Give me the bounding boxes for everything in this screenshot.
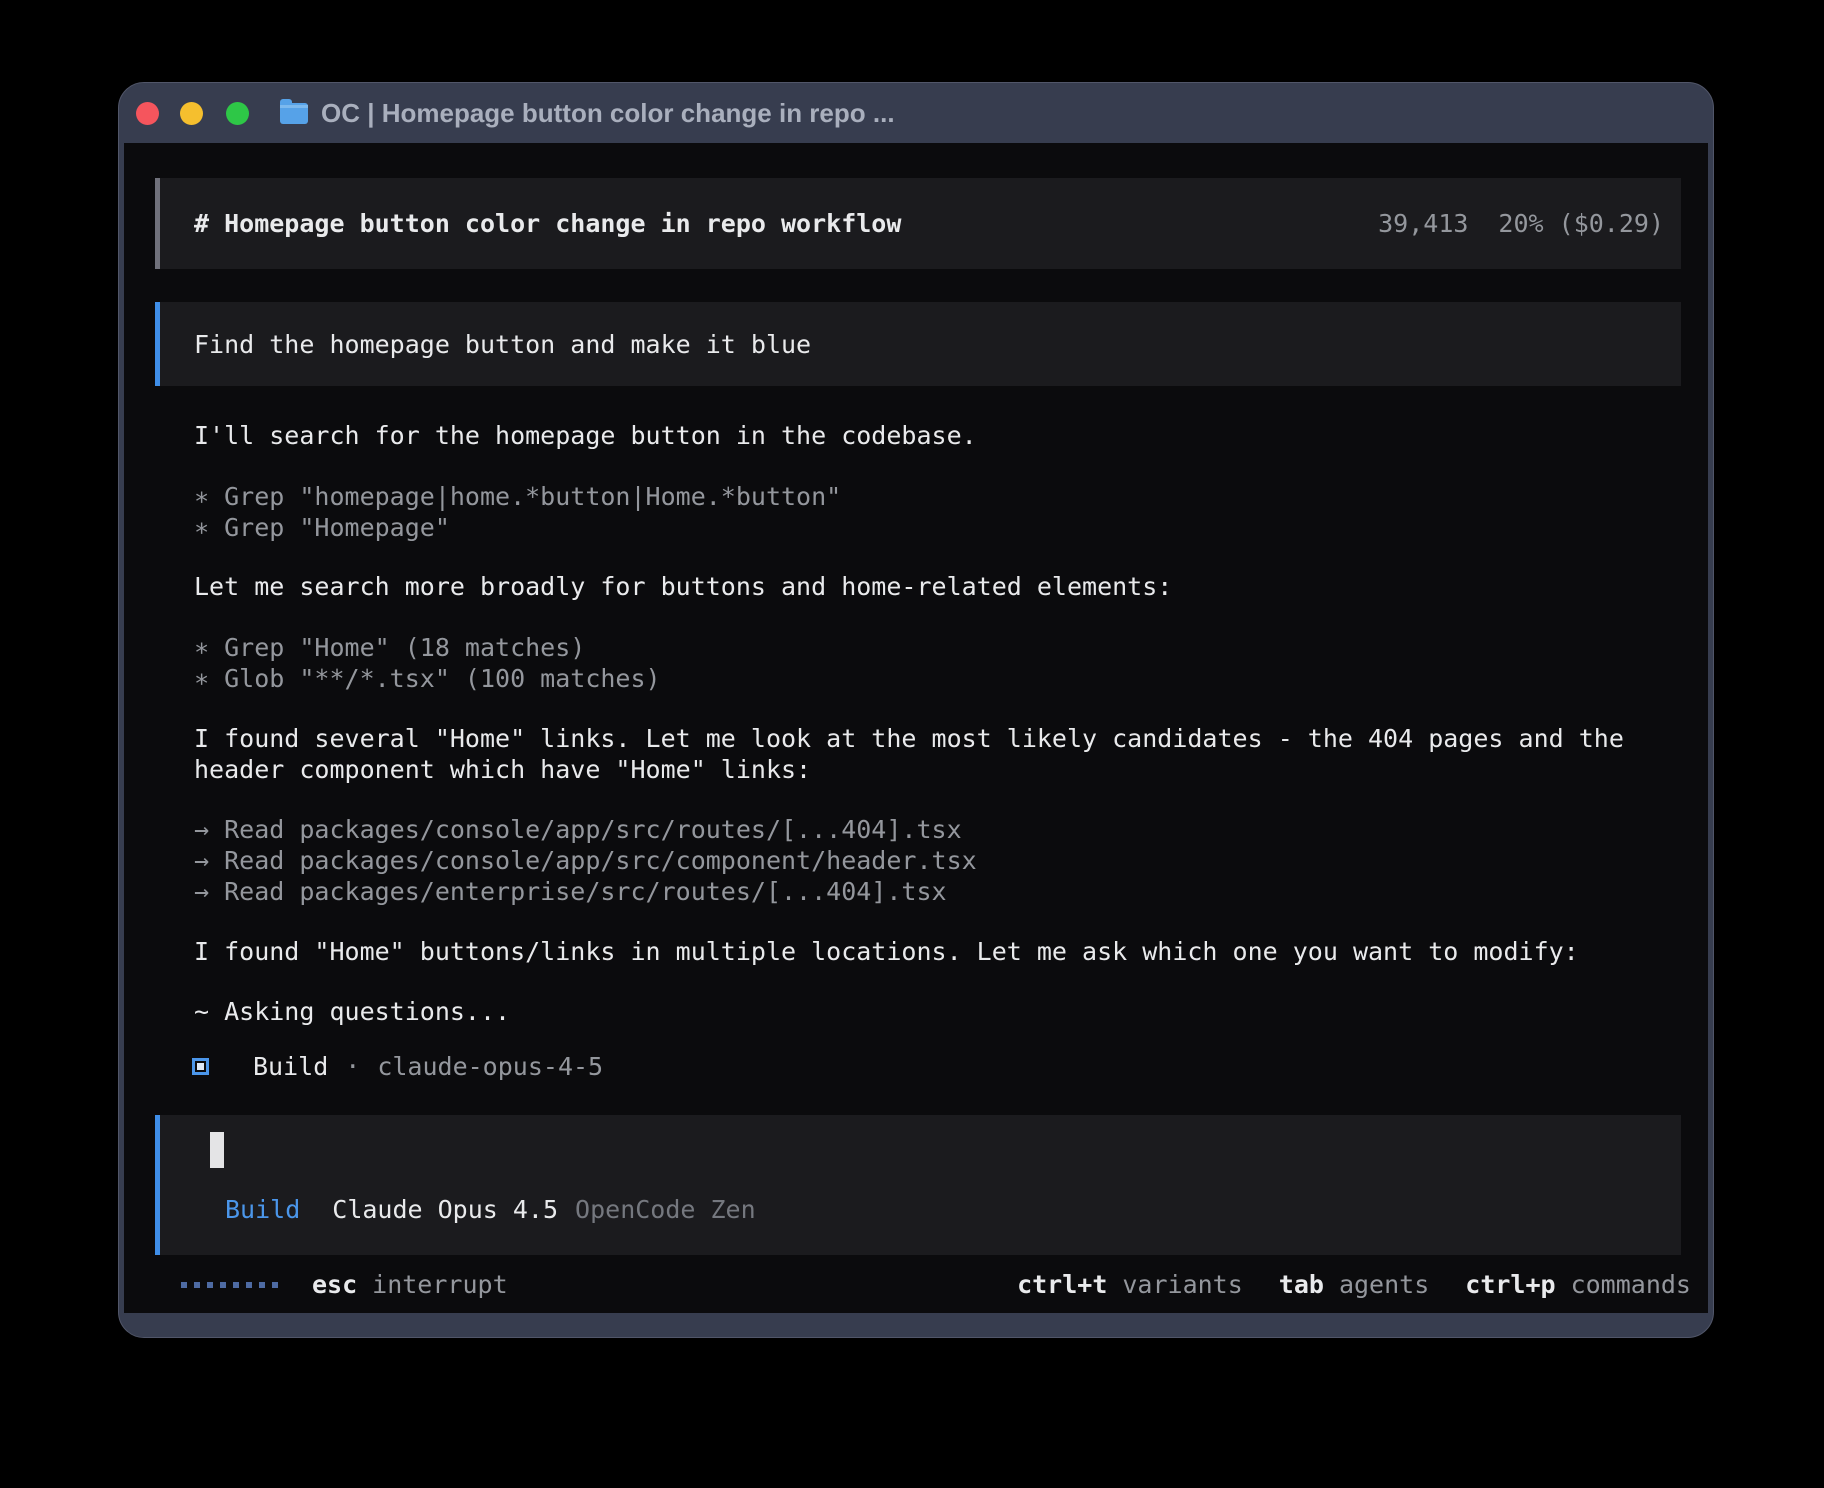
shortcut-variants[interactable]: ctrl+t variants (1017, 1269, 1243, 1300)
esc-action-label: interrupt (372, 1269, 507, 1300)
shortcut-label: commands (1571, 1269, 1691, 1300)
input-agent-mode[interactable]: Build (225, 1194, 300, 1225)
shortcut-key: ctrl+p (1465, 1269, 1555, 1300)
user-message: Find the homepage button and make it blu… (155, 302, 1681, 386)
tool-call-read: → Read packages/console/app/src/routes/[… (194, 814, 962, 845)
shortcut-commands[interactable]: ctrl+p commands (1465, 1269, 1691, 1300)
activity-spinner-icon (181, 1282, 278, 1288)
status-bar: esc interrupt ctrl+t variants tab agents… (181, 1269, 1691, 1300)
shortcut-agents[interactable]: tab agents (1279, 1269, 1429, 1300)
session-header: # Homepage button color change in repo w… (155, 178, 1681, 269)
text-cursor (210, 1132, 224, 1168)
shortcut-hints: ctrl+t variants tab agents ctrl+p comman… (1017, 1269, 1691, 1300)
shortcut-label: variants (1122, 1269, 1242, 1300)
titlebar[interactable]: OC | Homepage button color change in rep… (119, 83, 1713, 143)
assistant-text: I found "Home" buttons/links in multiple… (194, 936, 1579, 967)
tool-call-read: → Read packages/console/app/src/componen… (194, 845, 977, 876)
esc-key-hint[interactable]: esc (312, 1269, 357, 1300)
context-percent: 20% (1498, 209, 1543, 238)
minimize-window-button[interactable] (180, 102, 203, 125)
session-cost: ($0.29) (1559, 209, 1664, 238)
tool-call-grep: ∗ Grep "Home" (18 matches) (194, 632, 585, 663)
session-title: # Homepage button color change in repo w… (194, 208, 901, 239)
input-model-name[interactable]: Claude Opus 4.5 (332, 1194, 558, 1225)
shortcut-key: ctrl+t (1017, 1269, 1107, 1300)
tool-call-glob: ∗ Glob "**/*.tsx" (100 matches) (194, 663, 661, 694)
folder-icon (280, 103, 308, 124)
assistant-text: I found several "Home" links. Let me loo… (194, 723, 1624, 754)
agent-model: claude-opus-4-5 (377, 1051, 603, 1082)
agent-separator: · (345, 1051, 360, 1082)
agent-build-icon (192, 1058, 209, 1075)
tool-call-grep: ∗ Grep "homepage|home.*button|Home.*butt… (194, 481, 841, 512)
shortcut-key: tab (1279, 1269, 1324, 1300)
assistant-text: header component which have "Home" links… (194, 754, 811, 785)
terminal-window: OC | Homepage button color change in rep… (118, 82, 1714, 1338)
zoom-window-button[interactable] (226, 102, 249, 125)
close-window-button[interactable] (136, 102, 159, 125)
input-provider-name: OpenCode Zen (575, 1194, 756, 1225)
assistant-text: Let me search more broadly for buttons a… (194, 571, 1172, 602)
prompt-input[interactable]: Build Claude Opus 4.5 OpenCode Zen (155, 1115, 1681, 1255)
tool-call-grep: ∗ Grep "Homepage" (194, 512, 450, 543)
assistant-text: I'll search for the homepage button in t… (194, 420, 977, 451)
session-stats: 39,413 20% ($0.29) (1348, 208, 1664, 239)
tool-call-read: → Read packages/enterprise/src/routes/[.… (194, 876, 947, 907)
token-count: 39,413 (1378, 209, 1468, 238)
terminal-content: # Homepage button color change in repo w… (124, 143, 1708, 1313)
shortcut-label: agents (1339, 1269, 1429, 1300)
user-message-text: Find the homepage button and make it blu… (194, 329, 811, 360)
agent-status-row: Build · claude-opus-4-5 (192, 1051, 603, 1082)
agent-name: Build (253, 1051, 328, 1082)
working-status-text: ~ Asking questions... (194, 996, 510, 1027)
window-title: OC | Homepage button color change in rep… (321, 98, 895, 129)
